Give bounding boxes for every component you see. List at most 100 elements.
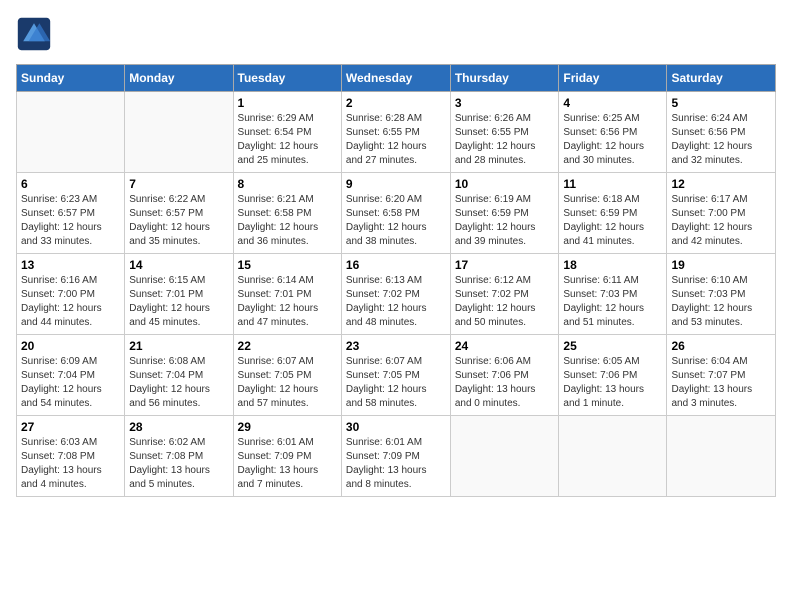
weekday-header: Monday — [125, 65, 233, 92]
day-detail: Sunrise: 6:13 AM Sunset: 7:02 PM Dayligh… — [346, 274, 446, 330]
calendar-cell: 27 Sunrise: 6:03 AM Sunset: 7:08 PM Dayli… — [17, 416, 125, 497]
calendar-cell — [450, 416, 559, 497]
day-number: 17 — [455, 258, 555, 272]
weekday-header: Wednesday — [341, 65, 450, 92]
calendar-cell: 9 Sunrise: 6:20 AM Sunset: 6:58 PM Daylig… — [341, 173, 450, 254]
day-number: 26 — [671, 339, 771, 353]
calendar-cell: 11 Sunrise: 6:18 AM Sunset: 6:59 PM Dayli… — [559, 173, 667, 254]
calendar-cell: 2 Sunrise: 6:28 AM Sunset: 6:55 PM Daylig… — [341, 92, 450, 173]
day-detail: Sunrise: 6:07 AM Sunset: 7:05 PM Dayligh… — [346, 355, 446, 411]
calendar-cell — [125, 92, 233, 173]
calendar-cell: 30 Sunrise: 6:01 AM Sunset: 7:09 PM Dayli… — [341, 416, 450, 497]
day-number: 1 — [238, 96, 337, 110]
day-number: 13 — [21, 258, 120, 272]
calendar-cell: 22 Sunrise: 6:07 AM Sunset: 7:05 PM Dayli… — [233, 335, 341, 416]
day-detail: Sunrise: 6:23 AM Sunset: 6:57 PM Dayligh… — [21, 193, 120, 249]
calendar-cell: 28 Sunrise: 6:02 AM Sunset: 7:08 PM Dayli… — [125, 416, 233, 497]
day-detail: Sunrise: 6:08 AM Sunset: 7:04 PM Dayligh… — [129, 355, 228, 411]
calendar-cell: 17 Sunrise: 6:12 AM Sunset: 7:02 PM Dayli… — [450, 254, 559, 335]
calendar-cell: 16 Sunrise: 6:13 AM Sunset: 7:02 PM Dayli… — [341, 254, 450, 335]
day-number: 6 — [21, 177, 120, 191]
weekday-header: Saturday — [667, 65, 776, 92]
day-detail: Sunrise: 6:28 AM Sunset: 6:55 PM Dayligh… — [346, 112, 446, 168]
page-header — [16, 16, 776, 52]
calendar-cell: 10Sunrise: 6:19 AM Sunset: 6:59 PM Dayli… — [450, 173, 559, 254]
calendar-cell: 26 Sunrise: 6:04 AM Sunset: 7:07 PM Dayli… — [667, 335, 776, 416]
day-detail: Sunrise: 6:09 AM Sunset: 7:04 PM Dayligh… — [21, 355, 120, 411]
day-number: 10 — [455, 177, 555, 191]
calendar-cell: 25Sunrise: 6:05 AM Sunset: 7:06 PM Dayli… — [559, 335, 667, 416]
day-number: 21 — [129, 339, 228, 353]
day-detail: Sunrise: 6:29 AM Sunset: 6:54 PM Dayligh… — [238, 112, 337, 168]
calendar-cell: 13 Sunrise: 6:16 AM Sunset: 7:00 PM Dayli… — [17, 254, 125, 335]
weekday-header: Sunday — [17, 65, 125, 92]
calendar-cell: 24Sunrise: 6:06 AM Sunset: 7:06 PM Dayli… — [450, 335, 559, 416]
day-detail: Sunrise: 6:01 AM Sunset: 7:09 PM Dayligh… — [346, 436, 446, 492]
calendar-week-row: 27 Sunrise: 6:03 AM Sunset: 7:08 PM Dayli… — [17, 416, 776, 497]
calendar-week-row: 20 Sunrise: 6:09 AM Sunset: 7:04 PM Dayli… — [17, 335, 776, 416]
logo-icon — [16, 16, 52, 52]
calendar-cell: 14 Sunrise: 6:15 AM Sunset: 7:01 PM Dayli… — [125, 254, 233, 335]
day-detail: Sunrise: 6:16 AM Sunset: 7:00 PM Dayligh… — [21, 274, 120, 330]
calendar-cell: 4 Sunrise: 6:25 AM Sunset: 6:56 PM Daylig… — [559, 92, 667, 173]
day-detail: Sunrise: 6:03 AM Sunset: 7:08 PM Dayligh… — [21, 436, 120, 492]
day-number: 30 — [346, 420, 446, 434]
day-detail: Sunrise: 6:06 AM Sunset: 7:06 PM Dayligh… — [455, 355, 555, 411]
day-detail: Sunrise: 6:26 AM Sunset: 6:55 PM Dayligh… — [455, 112, 555, 168]
day-detail: Sunrise: 6:22 AM Sunset: 6:57 PM Dayligh… — [129, 193, 228, 249]
day-number: 2 — [346, 96, 446, 110]
calendar-week-row: 13 Sunrise: 6:16 AM Sunset: 7:00 PM Dayli… — [17, 254, 776, 335]
day-number: 25 — [563, 339, 662, 353]
calendar-cell — [559, 416, 667, 497]
day-detail: Sunrise: 6:17 AM Sunset: 7:00 PM Dayligh… — [671, 193, 771, 249]
calendar-week-row: 1 Sunrise: 6:29 AM Sunset: 6:54 PM Daylig… — [17, 92, 776, 173]
day-number: 9 — [346, 177, 446, 191]
day-detail: Sunrise: 6:07 AM Sunset: 7:05 PM Dayligh… — [238, 355, 337, 411]
day-detail: Sunrise: 6:18 AM Sunset: 6:59 PM Dayligh… — [563, 193, 662, 249]
calendar-table: SundayMondayTuesdayWednesdayThursdayFrid… — [16, 64, 776, 497]
day-number: 20 — [21, 339, 120, 353]
calendar-cell: 19 Sunrise: 6:10 AM Sunset: 7:03 PM Dayli… — [667, 254, 776, 335]
day-detail: Sunrise: 6:11 AM Sunset: 7:03 PM Dayligh… — [563, 274, 662, 330]
weekday-header: Friday — [559, 65, 667, 92]
calendar-cell: 29Sunrise: 6:01 AM Sunset: 7:09 PM Dayli… — [233, 416, 341, 497]
day-number: 23 — [346, 339, 446, 353]
calendar-cell: 20 Sunrise: 6:09 AM Sunset: 7:04 PM Dayli… — [17, 335, 125, 416]
calendar-cell: 21 Sunrise: 6:08 AM Sunset: 7:04 PM Dayli… — [125, 335, 233, 416]
day-number: 28 — [129, 420, 228, 434]
day-detail: Sunrise: 6:25 AM Sunset: 6:56 PM Dayligh… — [563, 112, 662, 168]
day-detail: Sunrise: 6:20 AM Sunset: 6:58 PM Dayligh… — [346, 193, 446, 249]
calendar-cell: 18 Sunrise: 6:11 AM Sunset: 7:03 PM Dayli… — [559, 254, 667, 335]
day-detail: Sunrise: 6:02 AM Sunset: 7:08 PM Dayligh… — [129, 436, 228, 492]
day-number: 3 — [455, 96, 555, 110]
day-detail: Sunrise: 6:10 AM Sunset: 7:03 PM Dayligh… — [671, 274, 771, 330]
day-detail: Sunrise: 6:15 AM Sunset: 7:01 PM Dayligh… — [129, 274, 228, 330]
calendar-week-row: 6 Sunrise: 6:23 AM Sunset: 6:57 PM Daylig… — [17, 173, 776, 254]
day-number: 27 — [21, 420, 120, 434]
calendar-cell — [17, 92, 125, 173]
calendar-cell: 6 Sunrise: 6:23 AM Sunset: 6:57 PM Daylig… — [17, 173, 125, 254]
calendar-cell: 5Sunrise: 6:24 AM Sunset: 6:56 PM Daylig… — [667, 92, 776, 173]
day-number: 16 — [346, 258, 446, 272]
calendar-cell — [667, 416, 776, 497]
day-detail: Sunrise: 6:01 AM Sunset: 7:09 PM Dayligh… — [238, 436, 337, 492]
day-number: 14 — [129, 258, 228, 272]
calendar-header-row: SundayMondayTuesdayWednesdayThursdayFrid… — [17, 65, 776, 92]
day-detail: Sunrise: 6:14 AM Sunset: 7:01 PM Dayligh… — [238, 274, 337, 330]
day-detail: Sunrise: 6:12 AM Sunset: 7:02 PM Dayligh… — [455, 274, 555, 330]
calendar-cell: 1 Sunrise: 6:29 AM Sunset: 6:54 PM Daylig… — [233, 92, 341, 173]
weekday-header: Thursday — [450, 65, 559, 92]
calendar-cell: 3 Sunrise: 6:26 AM Sunset: 6:55 PM Daylig… — [450, 92, 559, 173]
day-number: 22 — [238, 339, 337, 353]
day-number: 5 — [671, 96, 771, 110]
day-number: 18 — [563, 258, 662, 272]
day-number: 4 — [563, 96, 662, 110]
day-number: 8 — [238, 177, 337, 191]
day-number: 7 — [129, 177, 228, 191]
day-detail: Sunrise: 6:04 AM Sunset: 7:07 PM Dayligh… — [671, 355, 771, 411]
calendar-cell: 7 Sunrise: 6:22 AM Sunset: 6:57 PM Daylig… — [125, 173, 233, 254]
calendar-cell: 8Sunrise: 6:21 AM Sunset: 6:58 PM Daylig… — [233, 173, 341, 254]
day-number: 15 — [238, 258, 337, 272]
day-number: 19 — [671, 258, 771, 272]
day-number: 11 — [563, 177, 662, 191]
